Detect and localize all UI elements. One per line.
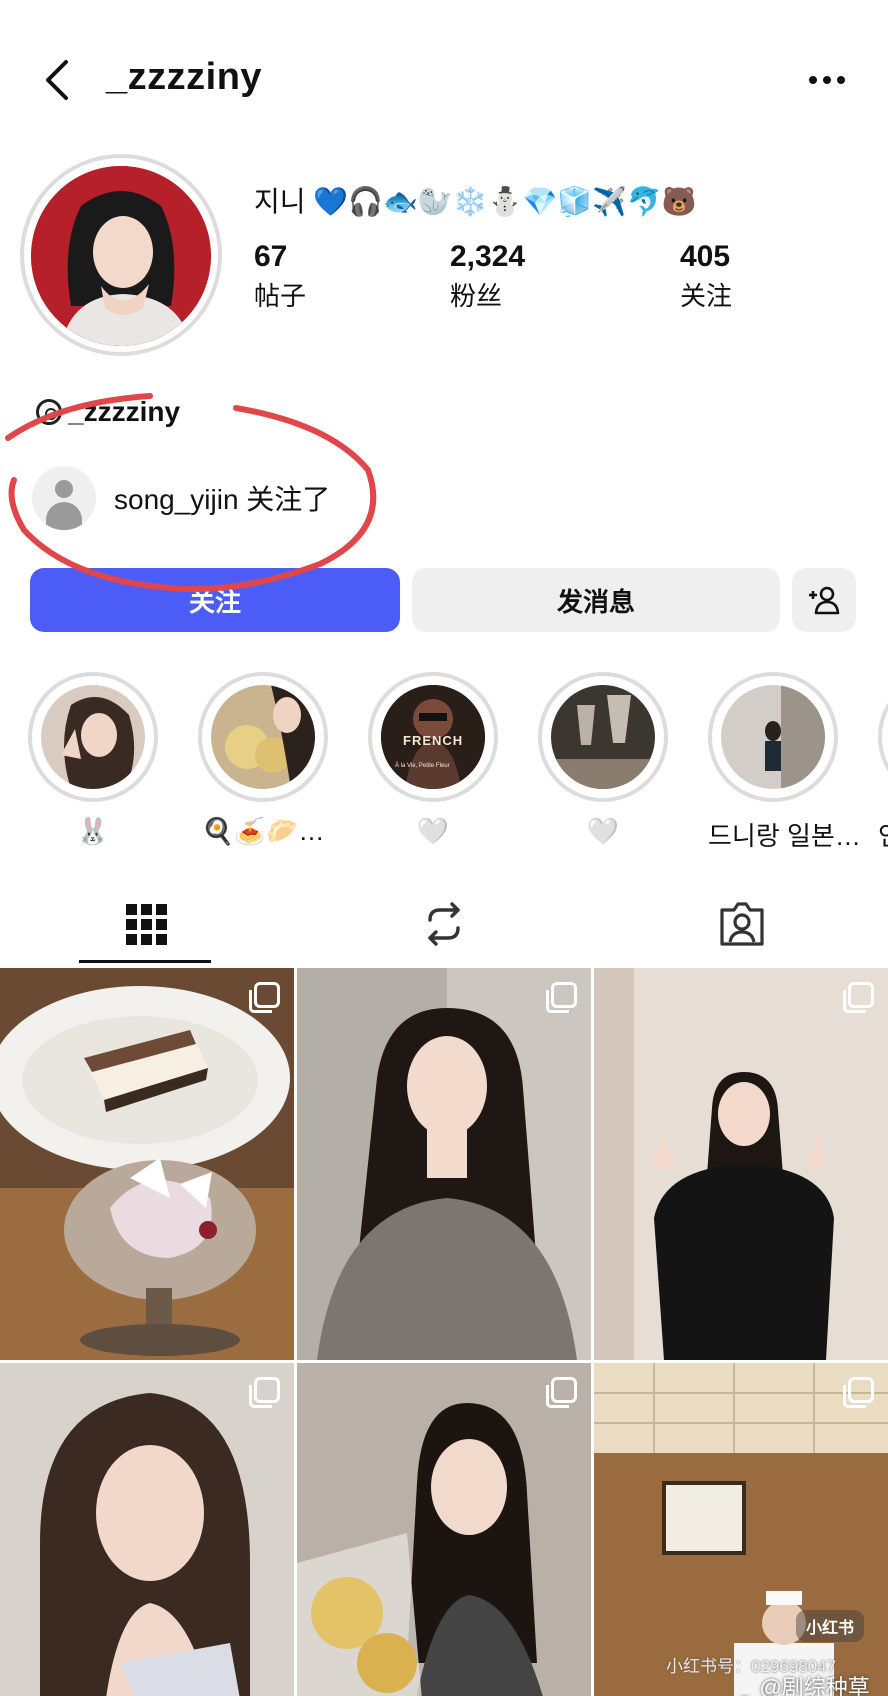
multiple-photos-icon — [546, 982, 577, 1013]
story-highlight[interactable]: 🐰 — [28, 672, 158, 847]
story-highlight[interactable]: 🍳🍝🥟… — [198, 672, 328, 847]
multiple-photos-icon — [249, 1377, 280, 1408]
mutual-followers-text: song_yijin 关注了 — [114, 484, 331, 515]
highlight-cover — [721, 685, 825, 789]
weibo-handle: @剧综种草机 — [759, 1675, 870, 1696]
tagged-person-icon[interactable] — [716, 898, 768, 950]
display-name: 지니 💙🎧🐟🦭❄️⛄💎🧊✈️🐬🐻 — [254, 186, 697, 217]
post-thumbnail[interactable] — [0, 1363, 294, 1696]
posts-count: 67 — [254, 240, 288, 273]
mutual-followers[interactable]: song_yijin 关注了 — [32, 466, 330, 530]
highlight-label: 🤍 — [586, 816, 620, 846]
weibo-icon: ◉ — [736, 1690, 753, 1696]
highlight-cover: FRENCH À la Vie, Petite Fleur — [381, 685, 485, 789]
more-options-icon[interactable] — [804, 62, 850, 98]
grid-icon[interactable] — [120, 898, 172, 950]
threads-link[interactable]: _zzzziny — [36, 396, 180, 428]
highlight-cover — [551, 685, 655, 789]
story-highlight[interactable]: 인 — [878, 672, 888, 853]
suggested-users-button[interactable] — [792, 568, 856, 632]
follow-button[interactable]: 关注 — [30, 568, 400, 632]
followers-label: 粉丝 — [450, 281, 503, 311]
repost-icon[interactable] — [418, 898, 470, 950]
story-highlight[interactable]: 드니랑 일본… — [708, 672, 861, 853]
posts-label: 帖子 — [254, 281, 307, 311]
multiple-photos-icon — [843, 982, 874, 1013]
highlight-label: 🐰 — [76, 816, 110, 846]
post-thumbnail[interactable] — [297, 1363, 591, 1696]
highlight-cover — [211, 685, 315, 789]
stat-posts[interactable]: 67 帖子 — [254, 240, 306, 313]
add-person-icon — [809, 586, 840, 615]
following-label: 关注 — [680, 281, 733, 311]
xiaohongshu-badge: 小红书 — [796, 1610, 865, 1642]
post-thumbnail[interactable] — [297, 968, 591, 1360]
multiple-photos-icon — [546, 1377, 577, 1408]
stat-following[interactable]: 405 关注 — [680, 240, 732, 313]
highlight-cover — [41, 685, 145, 789]
highlight-label: 🍳🍝🥟… — [201, 816, 325, 846]
back-arrow-icon[interactable] — [38, 58, 78, 102]
active-tab-indicator — [79, 960, 211, 963]
following-count: 405 — [680, 240, 731, 273]
post-thumbnail[interactable] — [594, 1363, 888, 1696]
highlight-cover-caption: À la Vie, Petite Fleur — [395, 763, 450, 769]
story-highlight[interactable]: FRENCH À la Vie, Petite Fleur 🤍 — [368, 672, 498, 847]
highlight-label: 🤍 — [416, 816, 450, 846]
message-button[interactable]: 发消息 — [412, 568, 780, 632]
profile-username: _zzzziny — [106, 56, 263, 98]
threads-icon — [36, 399, 62, 425]
post-thumbnail[interactable] — [0, 968, 294, 1360]
story-highlight[interactable]: 🤍 — [538, 672, 668, 847]
followers-count: 2,324 — [450, 240, 526, 273]
stat-followers[interactable]: 2,324 粉丝 — [450, 240, 525, 313]
profile-avatar[interactable] — [31, 166, 211, 346]
profile-tabs — [0, 880, 888, 966]
default-avatar-icon — [32, 466, 96, 530]
highlight-label: 드니랑 일본… — [708, 821, 861, 851]
highlight-cover-title: FRENCH — [403, 733, 464, 748]
post-thumbnail[interactable] — [594, 968, 888, 1360]
multiple-photos-icon — [249, 982, 280, 1013]
multiple-photos-icon — [843, 1377, 874, 1408]
top-bar: _zzzziny — [0, 40, 888, 120]
threads-handle: _zzzziny — [68, 396, 181, 427]
weibo-watermark: ◉ @剧综种草机 — [736, 1670, 888, 1696]
highlight-label: 인 — [878, 816, 888, 853]
